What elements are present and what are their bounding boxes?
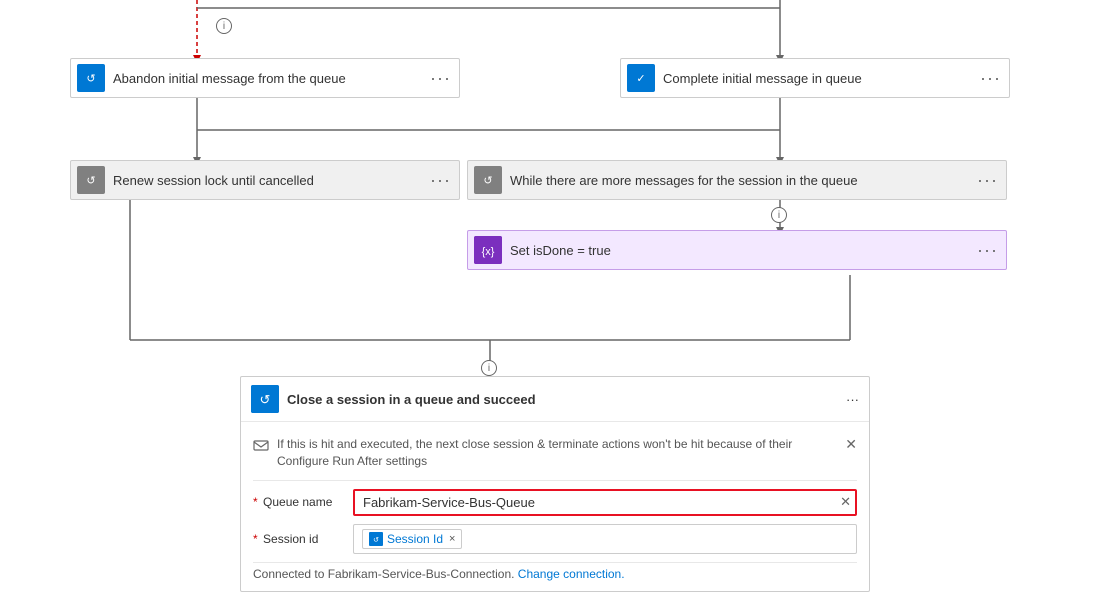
session-id-label: * Session id bbox=[253, 532, 353, 546]
session-id-input-wrap[interactable]: ↺ Session Id × bbox=[353, 524, 857, 554]
change-connection-link[interactable]: Change connection. bbox=[518, 567, 625, 581]
setisdone-icon: {x} bbox=[474, 236, 502, 264]
info-banner: If this is hit and executed, the next cl… bbox=[253, 430, 857, 481]
token-chip-label: Session Id bbox=[387, 532, 443, 546]
footer-text: Connected to Fabrikam-Service-Bus-Connec… bbox=[253, 562, 857, 583]
setisdone-label: Set isDone = true bbox=[510, 243, 969, 258]
info-icon-top: i bbox=[216, 18, 232, 34]
svg-text:↺: ↺ bbox=[86, 175, 95, 187]
info-icon-while: i bbox=[771, 207, 787, 223]
node-renew[interactable]: ↺ Renew session lock until cancelled ··· bbox=[70, 160, 460, 200]
complete-menu[interactable]: ··· bbox=[980, 68, 1001, 89]
node-complete[interactable]: ✓ Complete initial message in queue ··· bbox=[620, 58, 1010, 98]
complete-label: Complete initial message in queue bbox=[663, 71, 972, 86]
renew-menu[interactable]: ··· bbox=[430, 170, 451, 191]
while-label: While there are more messages for the se… bbox=[510, 173, 969, 188]
queue-name-field: * Queue name ✕ bbox=[253, 489, 857, 516]
svg-text:{x}: {x} bbox=[482, 246, 495, 258]
session-id-token[interactable]: ↺ Session Id × bbox=[362, 529, 462, 549]
svg-text:↺: ↺ bbox=[373, 537, 379, 544]
svg-text:↺: ↺ bbox=[483, 175, 492, 187]
svg-text:↺: ↺ bbox=[86, 73, 95, 85]
info-banner-icon bbox=[253, 437, 269, 456]
token-chip-close[interactable]: × bbox=[449, 533, 455, 545]
renew-label: Renew session lock until cancelled bbox=[113, 173, 422, 188]
while-icon: ↺ bbox=[474, 166, 502, 194]
setisdone-menu[interactable]: ··· bbox=[977, 240, 998, 261]
queue-name-clear[interactable]: ✕ bbox=[840, 494, 851, 510]
footer-connection-text: Connected to Fabrikam-Service-Bus-Connec… bbox=[253, 567, 514, 581]
close-session-icon: ↺ bbox=[251, 385, 279, 413]
queue-name-input[interactable] bbox=[353, 489, 857, 516]
complete-icon: ✓ bbox=[627, 64, 655, 92]
abandon-menu[interactable]: ··· bbox=[430, 68, 451, 89]
svg-text:✓: ✓ bbox=[636, 73, 645, 85]
close-session-header: ↺ Close a session in a queue and succeed… bbox=[241, 377, 869, 422]
close-session-menu[interactable]: ··· bbox=[846, 392, 859, 407]
flow-canvas: i ↺ Abandon initial message from the que… bbox=[0, 0, 1100, 580]
info-banner-close[interactable]: ✕ bbox=[845, 436, 857, 453]
while-menu[interactable]: ··· bbox=[977, 170, 998, 191]
abandon-icon: ↺ bbox=[77, 64, 105, 92]
renew-icon: ↺ bbox=[77, 166, 105, 194]
node-abandon[interactable]: ↺ Abandon initial message from the queue… bbox=[70, 58, 460, 98]
close-session-body: If this is hit and executed, the next cl… bbox=[241, 422, 869, 591]
info-banner-text: If this is hit and executed, the next cl… bbox=[277, 436, 845, 470]
node-set-isdone[interactable]: {x} Set isDone = true ··· bbox=[467, 230, 1007, 270]
close-session-card: ↺ Close a session in a queue and succeed… bbox=[240, 376, 870, 592]
svg-text:↺: ↺ bbox=[260, 392, 271, 407]
token-chip-icon: ↺ bbox=[369, 532, 383, 546]
node-while[interactable]: ↺ While there are more messages for the … bbox=[467, 160, 1007, 200]
info-icon-close: i bbox=[481, 360, 497, 376]
session-id-field: * Session id ↺ Session Id × bbox=[253, 524, 857, 554]
queue-name-input-wrap: ✕ bbox=[353, 489, 857, 516]
abandon-label: Abandon initial message from the queue bbox=[113, 71, 422, 86]
close-session-title: Close a session in a queue and succeed bbox=[287, 392, 846, 407]
queue-name-label: * Queue name bbox=[253, 495, 353, 509]
